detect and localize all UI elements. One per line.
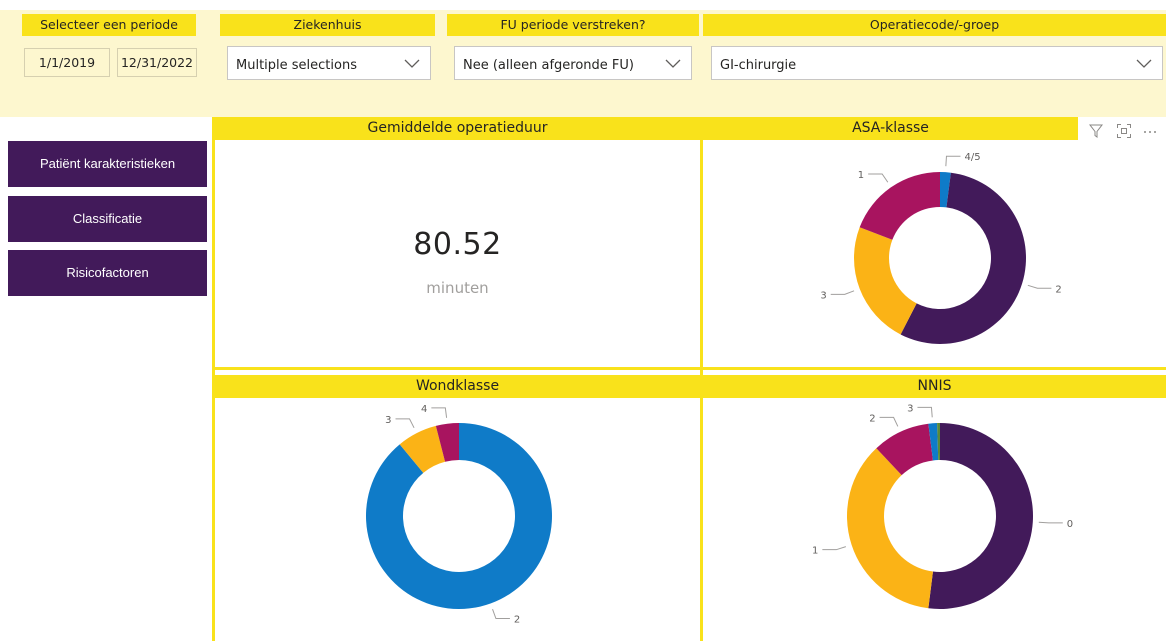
data-label: 3 [820,290,826,301]
data-label-leader [868,173,889,183]
filter-icon[interactable] [1088,123,1104,139]
fu-dropdown-value: Nee (alleen afgeronde FU) [463,58,634,73]
donut-slice-0[interactable] [928,423,1033,609]
data-label: 4/5 [964,152,980,163]
fu-dropdown[interactable]: Nee (alleen afgeronde FU) [454,46,692,80]
donut-slice-1[interactable] [859,172,940,240]
data-label: 3 [907,403,913,414]
data-label: 3 [385,415,391,426]
nnis-chart-title: NNIS [703,375,1166,398]
kpi-unit: minuten [426,279,489,297]
kpi-title: Gemiddelde operatieduur [215,117,700,140]
data-label-leader [1027,284,1052,289]
visual-header [1078,117,1166,140]
data-label: 2 [1055,284,1061,295]
data-label-leader [830,290,855,295]
data-label-leader [1038,521,1063,524]
hospital-dropdown[interactable]: Multiple selections [227,46,431,80]
more-options-icon[interactable] [1142,123,1158,139]
chevron-down-icon [404,59,420,68]
data-label-leader [395,418,415,429]
kpi-value: 80.52 [413,227,502,262]
period-filter-title: Selecteer een periode [22,14,196,36]
wound-donut-chart: 2 3 4 [366,404,552,626]
data-label-leader [492,608,510,620]
operation-dropdown[interactable]: GI-chirurgie [711,46,1163,80]
panel-divider [212,367,1166,370]
nav-button-classification[interactable]: Classificatie [8,196,207,242]
data-label: 2 [869,413,875,424]
data-label-leader [822,546,846,551]
data-label: 1 [858,170,864,181]
chevron-down-icon [665,59,681,68]
chevron-down-icon [1136,59,1152,68]
data-label: 2 [514,615,520,626]
operation-filter-title: Operatiecode/-groep [703,14,1166,36]
nav-button-patient-characteristics[interactable]: Patiënt karakteristieken [8,141,207,187]
nnis-donut-chart: 0 1 2 3 [812,403,1073,609]
asa-chart-title: ASA-klasse [703,117,1078,140]
start-date-input[interactable]: 1/1/2019 [24,48,110,77]
data-label: 4 [421,404,427,415]
data-label-leader [945,155,961,167]
hospital-dropdown-value: Multiple selections [236,58,357,73]
data-label: 1 [812,546,818,557]
hospital-filter-title: Ziekenhuis [220,14,435,36]
data-label-leader [917,406,933,418]
data-label-leader [879,416,899,427]
wound-chart-title: Wondklasse [215,375,700,398]
donut-slice-3[interactable] [854,227,917,335]
operation-dropdown-value: GI-chirurgie [720,58,797,73]
data-label: 0 [1067,519,1073,530]
asa-donut-chart: 4/5 2 3 1 [820,152,1062,344]
data-label-leader [431,407,448,418]
kpi-card: 80.52 minuten [215,140,700,367]
nav-button-risk-factors[interactable]: Risicofactoren [8,250,207,296]
end-date-input[interactable]: 12/31/2022 [117,48,197,77]
focus-mode-icon[interactable] [1116,123,1132,139]
fu-filter-title: FU periode verstreken? [447,14,699,36]
donut-slice-1[interactable] [847,448,933,609]
